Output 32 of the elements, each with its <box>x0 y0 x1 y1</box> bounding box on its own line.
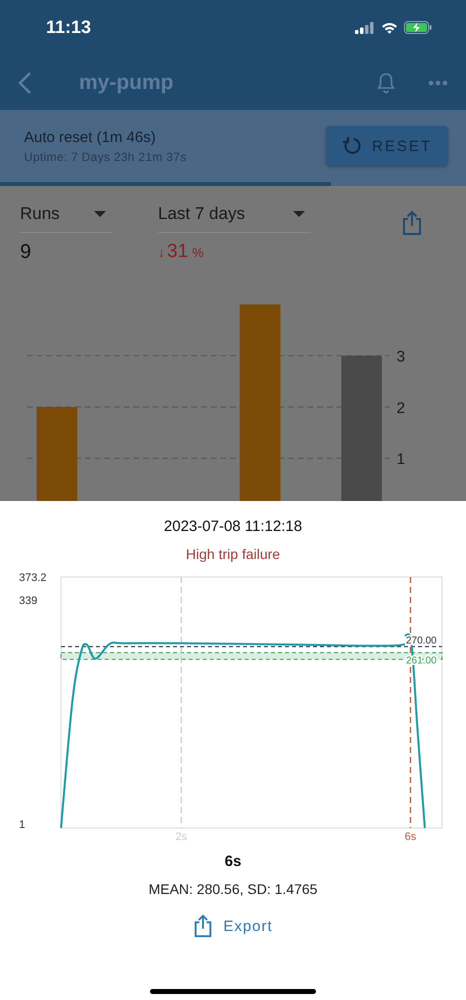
reset-button[interactable]: RESET <box>326 126 448 166</box>
event-title: High trip failure <box>186 546 280 562</box>
signal-icon <box>355 22 375 34</box>
refresh-icon <box>342 136 362 156</box>
back-icon[interactable] <box>18 70 32 94</box>
axis-label: 3 <box>396 348 406 366</box>
axis-label: 2 <box>396 400 406 417</box>
share-icon[interactable] <box>402 210 422 236</box>
bell-icon[interactable] <box>376 72 396 94</box>
axis-label: 373.2 <box>19 572 47 584</box>
event-timestamp: 2023-07-08 11:12:18 <box>164 518 302 535</box>
period-dropdown[interactable]: Last 7 days <box>158 196 311 233</box>
axis-label: 6s <box>404 831 416 843</box>
export-button[interactable]: Export <box>187 913 279 939</box>
axis-label: 1 <box>19 819 26 831</box>
reset-title: Auto reset (1m 46s) <box>24 128 157 146</box>
battery-icon <box>404 21 432 34</box>
caret-icon <box>94 211 106 217</box>
duration-text: 6s <box>224 853 242 870</box>
change-percent: ↓31 % <box>158 241 205 263</box>
page-title: my-pump <box>79 70 174 94</box>
wifi-icon <box>381 22 398 34</box>
caret-icon <box>293 211 305 217</box>
uptime-text: Uptime: 7 Days 23h 21m 37s <box>24 150 187 164</box>
axis-label: 1 <box>396 451 406 468</box>
metric-dropdown[interactable]: Runs <box>20 196 112 233</box>
more-icon[interactable] <box>428 80 448 86</box>
runs-count: 9 <box>20 241 32 264</box>
share-icon <box>193 914 214 938</box>
summary-text: MEAN: 280.56, SD: 1.4765 <box>148 881 318 897</box>
status-time: 11:13 <box>46 17 92 38</box>
axis-label: 339 <box>19 595 38 608</box>
